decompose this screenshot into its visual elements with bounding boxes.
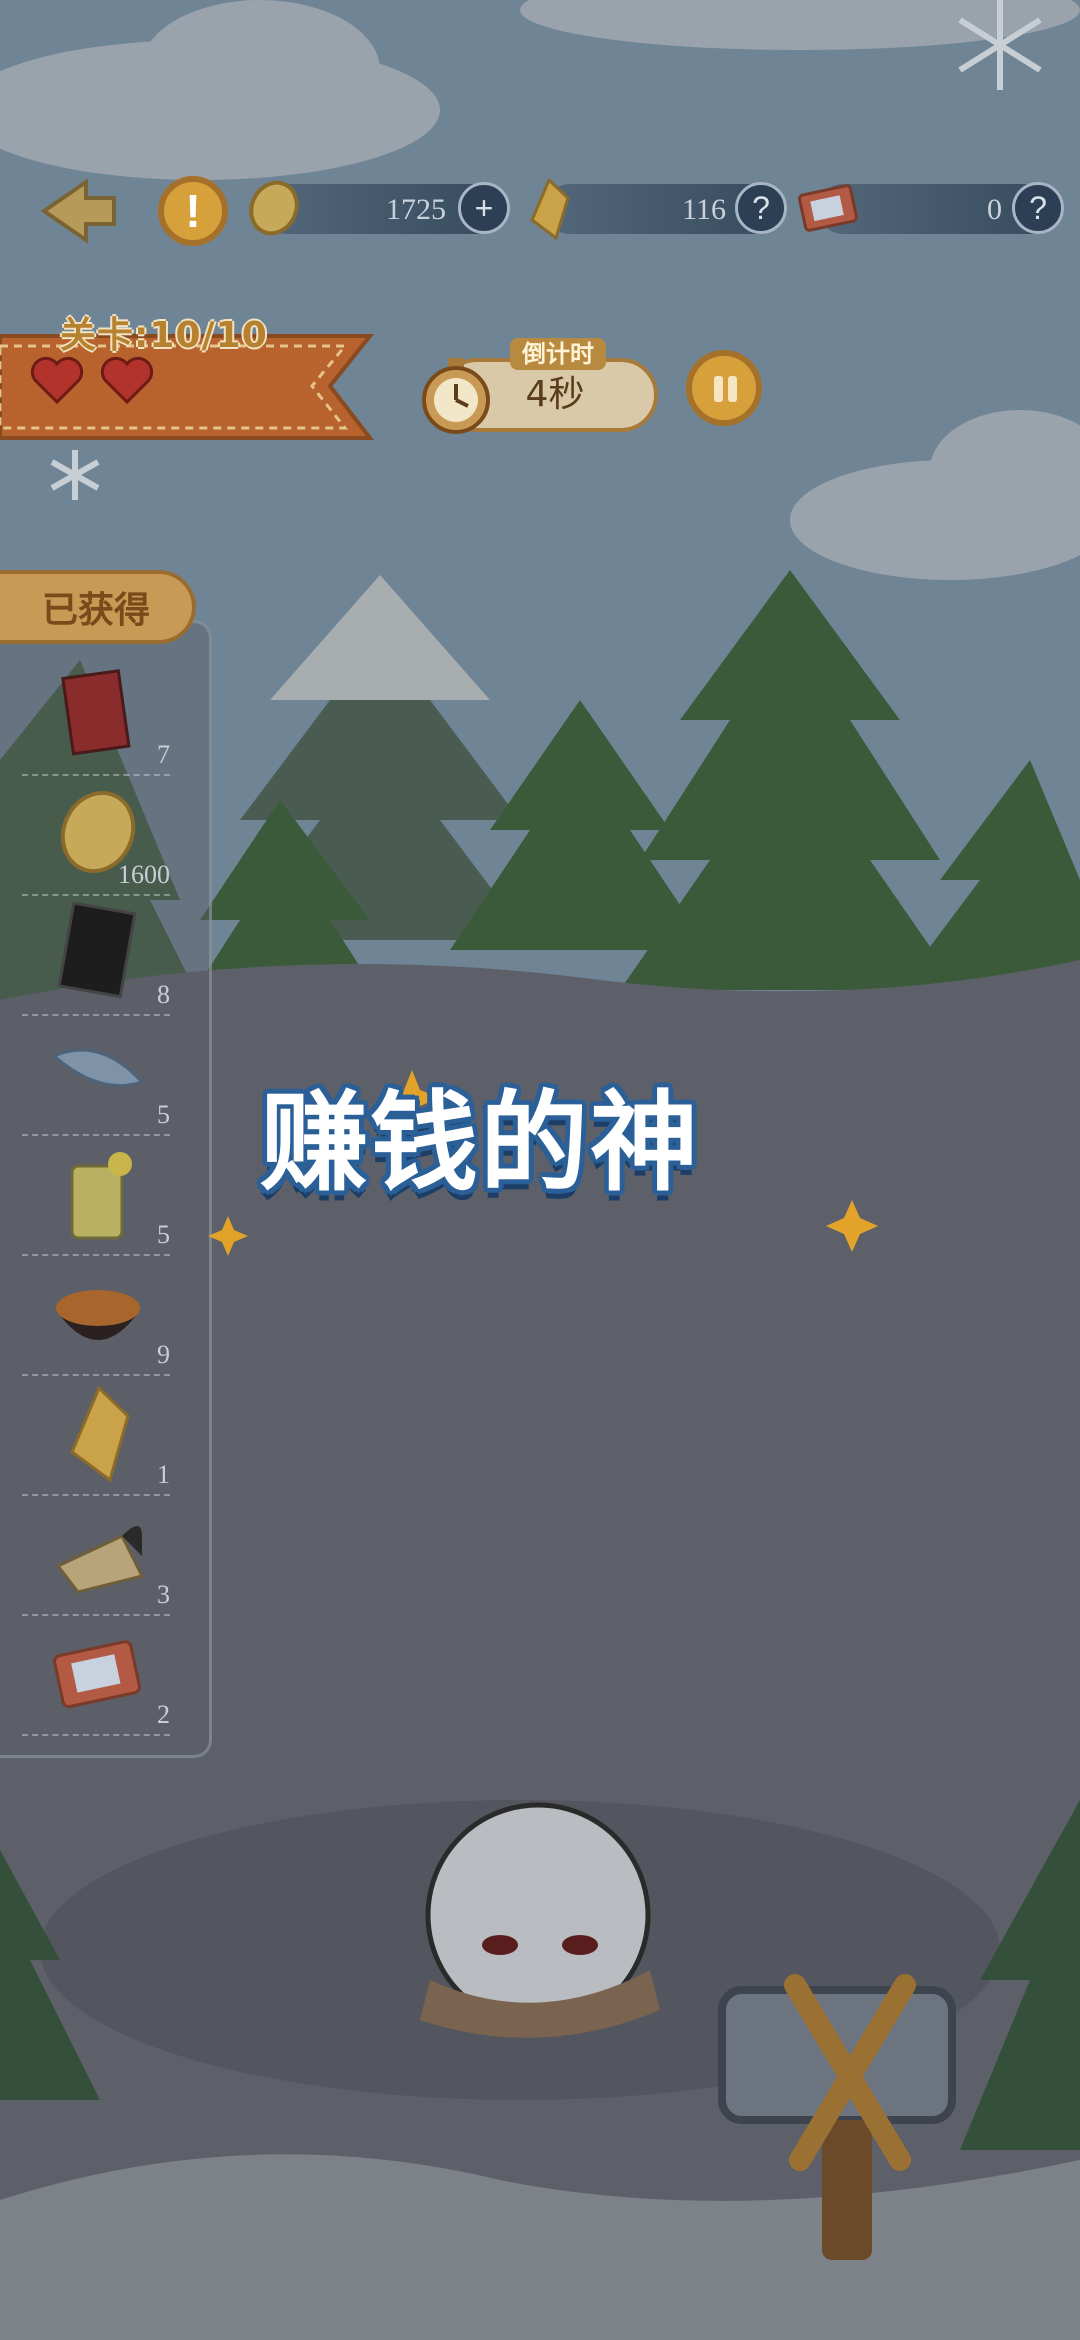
coin-icon (249, 180, 299, 236)
question-icon: ? (752, 189, 770, 226)
inventory-slot[interactable]: 5 (0, 1136, 200, 1256)
question-icon: ? (1029, 189, 1047, 226)
obtained-tab: 已获得 (0, 570, 196, 644)
ticket-value: 0 (987, 193, 1002, 226)
item-count: 1600 (118, 860, 170, 889)
rice-bowl-icon (56, 1290, 140, 1340)
crystal-icon (530, 178, 570, 240)
lemonade-icon (70, 1152, 132, 1240)
exclamation-icon: ! (185, 185, 201, 237)
pause-button[interactable] (686, 350, 762, 426)
inventory-slot[interactable]: 5 (0, 1016, 200, 1136)
item-count: 5 (157, 1220, 170, 1249)
item-count: 2 (157, 1700, 170, 1729)
coin-value: 1725 (386, 193, 446, 226)
crystal-icon (70, 1385, 130, 1483)
item-count: 7 (157, 740, 170, 769)
obtained-title: 已获得 (41, 590, 150, 631)
item-count: 8 (157, 980, 170, 1009)
item-count: 1 (157, 1460, 170, 1489)
level-label: 关卡:10/10 (60, 315, 268, 356)
combo-banner: 赚钱的神 (260, 1081, 701, 1206)
crystal-value: 116 (682, 193, 726, 226)
inventory-slot[interactable]: 8 (0, 896, 200, 1016)
item-count: 5 (157, 1100, 170, 1129)
ticket-icon (798, 184, 858, 232)
feather-icon (51, 1048, 145, 1088)
inventory-slot[interactable]: 1 (0, 1376, 200, 1496)
heart-icon (100, 356, 154, 405)
countdown-value: 4秒 (525, 374, 585, 415)
ticket-icon (53, 1640, 141, 1709)
red-book-icon (61, 669, 131, 756)
inventory-slot[interactable]: 3 (0, 1496, 200, 1616)
inventory-slot[interactable]: 9 (0, 1256, 200, 1376)
add-coins-button[interactable]: + (458, 182, 510, 234)
black-card-icon (57, 902, 137, 998)
inventory-slot[interactable]: 1600 (0, 776, 200, 896)
back-arrow-icon[interactable] (36, 176, 120, 246)
plus-icon: + (474, 189, 494, 226)
item-count: 9 (157, 1340, 170, 1369)
heart-icon (30, 356, 84, 405)
item-count: 3 (157, 1580, 170, 1609)
paper-fan-icon (55, 1526, 145, 1594)
crystal-help-button[interactable]: ? (735, 182, 787, 234)
inventory-slot[interactable]: 7 (0, 656, 200, 776)
ticket-help-button[interactable]: ? (1012, 182, 1064, 234)
inventory-slot[interactable]: 2 (0, 1616, 200, 1736)
alert-button[interactable]: ! (158, 176, 228, 246)
